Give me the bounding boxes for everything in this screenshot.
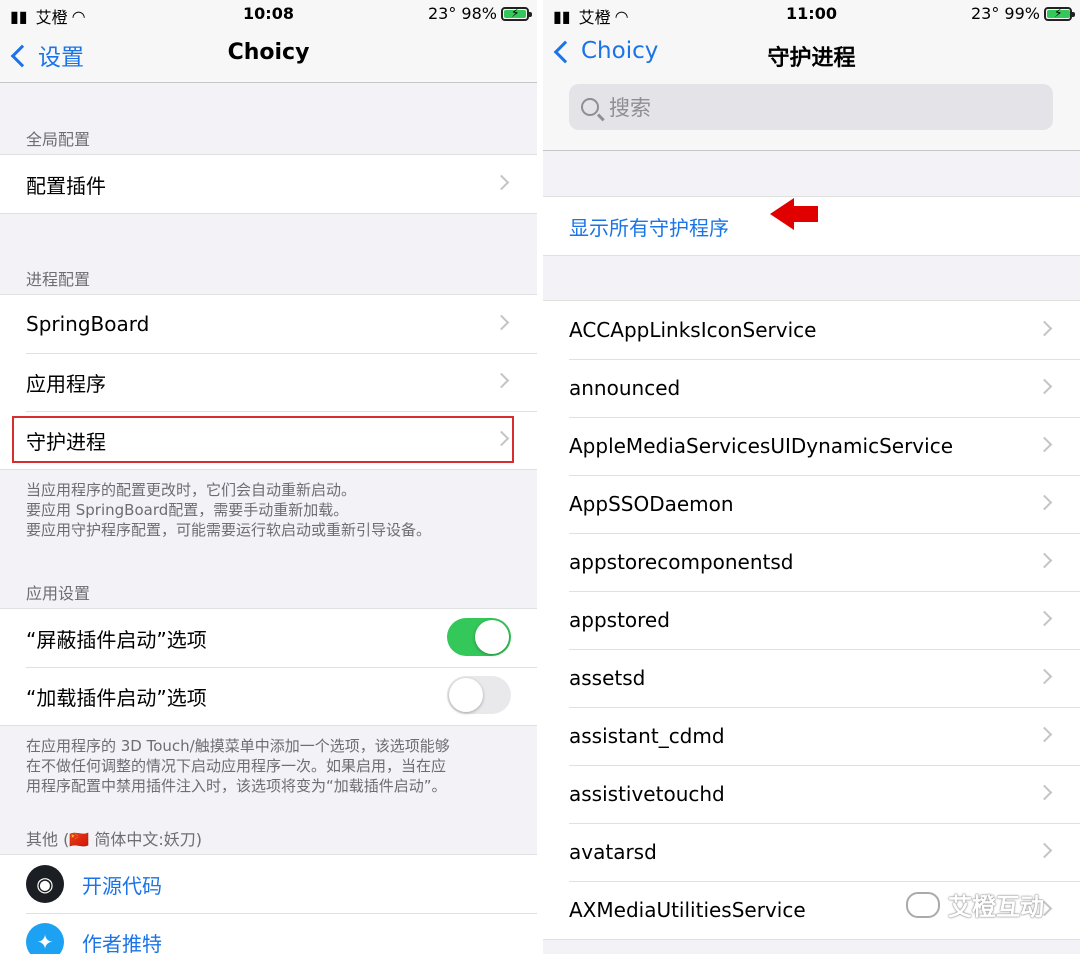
- battery-icon: ⚡: [1044, 6, 1075, 21]
- block-plugin-launch-toggle[interactable]: [447, 618, 511, 656]
- section-header-process: 进程配置: [26, 270, 91, 289]
- list-item[interactable]: assetsd: [543, 649, 1080, 707]
- list-item[interactable]: appstored: [543, 591, 1080, 649]
- search-icon: [581, 98, 599, 116]
- section-header-other: 其他 (🇨🇳 简体中文:妖刀): [26, 830, 202, 849]
- navigation-bar: Choicy 守护进程 搜索: [543, 28, 1080, 151]
- list-item[interactable]: ACCAppLinksIconService: [543, 301, 1080, 359]
- twitter-icon: ✦: [26, 923, 64, 954]
- group-other: ◉ 开源代码 ✦ 作者推特: [0, 854, 537, 954]
- group-app-settings: “屏蔽插件启动”选项 “加载插件启动”选项: [0, 608, 537, 726]
- status-bar: ▮▮ 艾橙 ◠ 10:08 23° 98% ⚡: [0, 0, 537, 28]
- cell-applications[interactable]: 应用程序: [0, 353, 537, 411]
- temp-battery-text: 23° 99%: [970, 4, 1040, 23]
- search-placeholder: 搜索: [609, 96, 651, 120]
- section-footer-app-settings: 在应用程序的 3D Touch/触摸菜单中添加一个选项，该选项能够 在不做任何调…: [26, 737, 450, 795]
- daemons-screen: ▮▮ 艾橙 ◠ 11:00 23° 99% ⚡ Choicy 守护进程 搜索 显示所有…: [543, 0, 1080, 954]
- group-global: 配置插件: [0, 154, 537, 214]
- section-header-app-settings: 应用设置: [26, 584, 91, 603]
- navigation-bar: 设置 Choicy: [0, 28, 537, 83]
- section-header-global: 全局配置: [26, 130, 91, 149]
- temp-battery-text: 23° 98%: [427, 4, 497, 23]
- chevron-right-icon: [493, 174, 510, 191]
- page-title: 守护进程: [767, 46, 856, 71]
- github-icon: ◉: [26, 865, 64, 903]
- chevron-right-icon: [1036, 378, 1053, 395]
- status-bar: ▮▮ 艾橙 ◠ 11:00 23° 99% ⚡: [543, 0, 1080, 28]
- chevron-right-icon: [1036, 436, 1053, 453]
- cell-author-twitter[interactable]: ✦ 作者推特: [0, 913, 537, 954]
- group-process: SpringBoard 应用程序 守护进程: [0, 294, 537, 470]
- chevron-right-icon: [493, 314, 510, 331]
- chevron-right-icon: [1036, 842, 1053, 859]
- list-item[interactable]: AppleMediaServicesUIDynamicService: [543, 417, 1080, 475]
- list-item[interactable]: avatarsd: [543, 823, 1080, 881]
- cell-block-plugin-launch: “屏蔽插件启动”选项: [0, 609, 537, 667]
- chevron-right-icon: [493, 430, 510, 447]
- section-footer-process: 当应用程序的配置更改时，它们会自动重新启动。 要应用 SpringBoard配置…: [26, 481, 432, 539]
- cell-daemons[interactable]: 守护进程: [0, 411, 537, 469]
- cell-load-plugin-launch: “加载插件启动”选项: [0, 667, 537, 725]
- chevron-right-icon: [1036, 552, 1053, 569]
- cell-springboard[interactable]: SpringBoard: [0, 295, 537, 353]
- list-item[interactable]: assistant_cdmd: [543, 707, 1080, 765]
- list-item[interactable]: AppSSODaemon: [543, 475, 1080, 533]
- search-input[interactable]: 搜索: [569, 84, 1053, 130]
- chevron-right-icon: [1036, 320, 1053, 337]
- chevron-right-icon: [1036, 494, 1053, 511]
- battery-icon: ⚡: [501, 6, 532, 21]
- list-item[interactable]: appstorecomponentsd: [543, 533, 1080, 591]
- wechat-icon: [906, 891, 940, 918]
- group-show-all: 显示所有守护程序: [543, 196, 1080, 256]
- page-title: Choicy: [227, 40, 310, 65]
- list-item[interactable]: announced: [543, 359, 1080, 417]
- chevron-right-icon: [1036, 726, 1053, 743]
- chevron-right-icon: [1036, 784, 1053, 801]
- chevron-right-icon: [1036, 668, 1053, 685]
- chevron-right-icon: [493, 372, 510, 389]
- watermark: 艾橙互动: [906, 887, 1044, 922]
- daemon-list: ACCAppLinksIconService announced AppleMe…: [543, 300, 1080, 940]
- chevron-right-icon: [1036, 610, 1053, 627]
- choicy-settings-screen: ▮▮ 艾橙 ◠ 10:08 23° 98% ⚡ 设置 Choicy 全局配置 配置插件…: [0, 0, 537, 954]
- list-item[interactable]: assistivetouchd: [543, 765, 1080, 823]
- cell-configure-plugins[interactable]: 配置插件: [0, 155, 537, 213]
- cell-source-code[interactable]: ◉ 开源代码: [0, 855, 537, 913]
- load-plugin-launch-toggle[interactable]: [447, 676, 511, 714]
